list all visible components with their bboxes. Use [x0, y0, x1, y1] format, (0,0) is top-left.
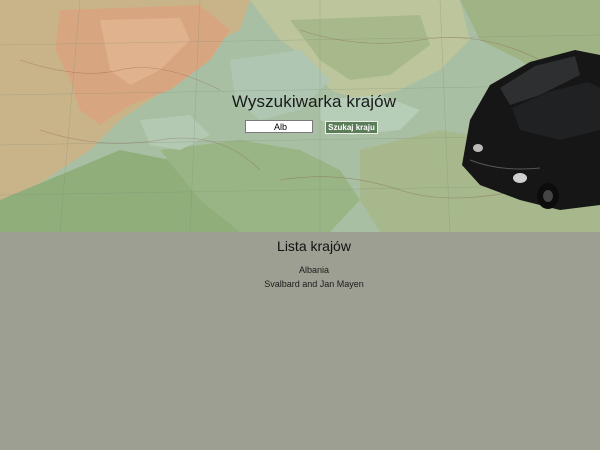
page-title: Wyszukiwarka krajów: [231, 92, 397, 111]
country-list-title: Lista krajów: [277, 238, 351, 254]
country-search-input[interactable]: [245, 120, 313, 133]
list-item: Svalbard and Jan Mayen: [264, 279, 364, 289]
search-country-button[interactable]: Szukaj kraju: [325, 121, 378, 134]
hero-banner: Wyszukiwarka krajów Szukaj kraju: [0, 0, 600, 232]
page: Wyszukiwarka krajów Szukaj kraju Lista k…: [0, 0, 600, 450]
country-list: Albania Svalbard and Jan Mayen: [0, 263, 600, 291]
list-item: Albania: [298, 265, 330, 275]
map-background-image: [0, 0, 600, 232]
country-list-section: Lista krajów Albania Svalbard and Jan Ma…: [0, 232, 600, 450]
